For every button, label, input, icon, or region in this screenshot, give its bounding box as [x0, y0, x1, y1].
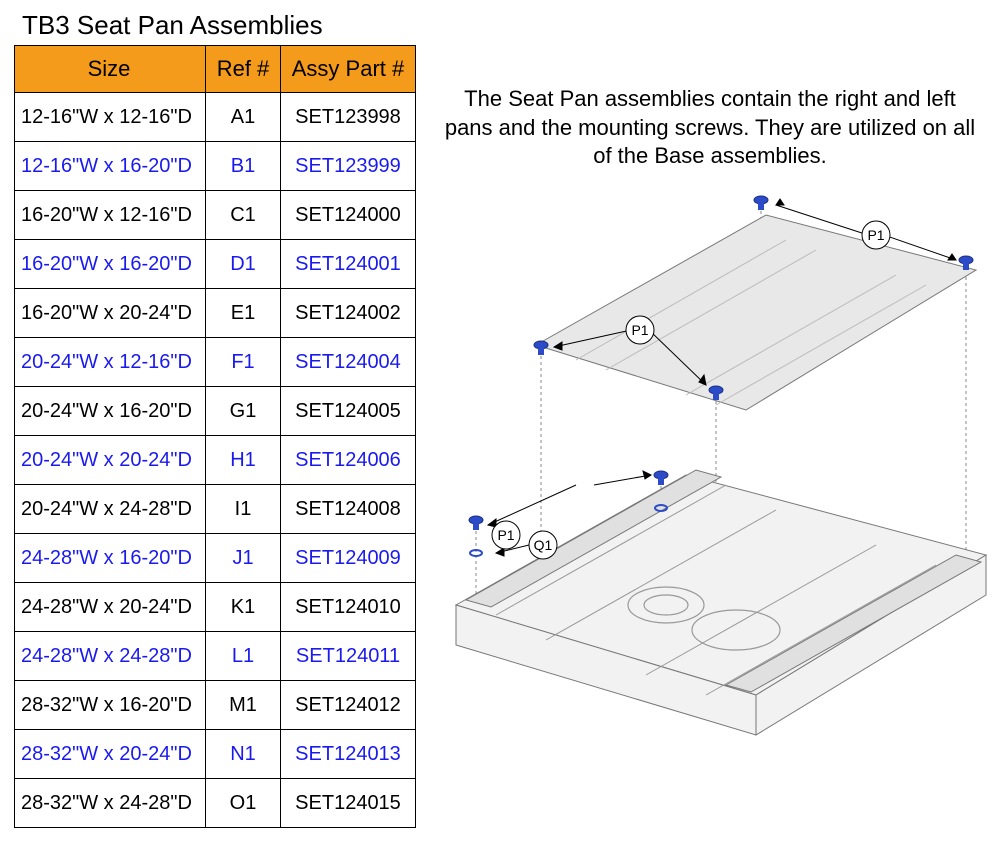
cell-size: 24-28"W x 16-20"D — [15, 534, 206, 583]
cell-ref: E1 — [206, 289, 281, 338]
table-row: 20-24"W x 12-16"DF1SET124004 — [15, 338, 416, 387]
cell-size: 28-32"W x 20-24"D — [15, 730, 206, 779]
parts-table: Size Ref # Assy Part # 12-16"W x 12-16"D… — [14, 45, 416, 828]
cell-size: 24-28"W x 20-24"D — [15, 583, 206, 632]
cell-ref: M1 — [206, 681, 281, 730]
cell-size: 16-20"W x 20-24"D — [15, 289, 206, 338]
cell-size: 28-32"W x 16-20"D — [15, 681, 206, 730]
table-row: 24-28"W x 24-28"DL1SET124011 — [15, 632, 416, 681]
cell-size: 28-32"W x 24-28"D — [15, 779, 206, 828]
cell-size: 20-24"W x 16-20"D — [15, 387, 206, 436]
cell-ref: B1 — [206, 142, 281, 191]
cell-part: SET124010 — [281, 583, 416, 632]
cell-ref: F1 — [206, 338, 281, 387]
cell-ref: A1 — [206, 93, 281, 142]
cell-ref: N1 — [206, 730, 281, 779]
table-row: 24-28"W x 16-20"DJ1SET124009 — [15, 534, 416, 583]
callout-p1: P1 — [867, 227, 884, 243]
table-row: 20-24"W x 20-24"DH1SET124006 — [15, 436, 416, 485]
table-row: 16-20"W x 12-16"DC1SET124000 — [15, 191, 416, 240]
cell-size: 16-20"W x 12-16"D — [15, 191, 206, 240]
table-row: 20-24"W x 16-20"DG1SET124005 — [15, 387, 416, 436]
assembly-diagram: P1 P1 P1 Q1 — [436, 175, 996, 755]
cell-part: SET124000 — [281, 191, 416, 240]
callout-q1: Q1 — [534, 537, 553, 553]
cell-part: SET124002 — [281, 289, 416, 338]
cell-size: 16-20"W x 16-20"D — [15, 240, 206, 289]
header-size: Size — [15, 46, 206, 93]
cell-part: SET123998 — [281, 93, 416, 142]
cell-ref: H1 — [206, 436, 281, 485]
cell-part: SET124004 — [281, 338, 416, 387]
cell-ref: I1 — [206, 485, 281, 534]
header-part: Assy Part # — [281, 46, 416, 93]
cell-size: 20-24"W x 24-28"D — [15, 485, 206, 534]
cell-part: SET124008 — [281, 485, 416, 534]
cell-ref: O1 — [206, 779, 281, 828]
cell-part: SET124001 — [281, 240, 416, 289]
cell-part: SET124006 — [281, 436, 416, 485]
cell-part: SET124012 — [281, 681, 416, 730]
cell-ref: C1 — [206, 191, 281, 240]
table-row: 16-20"W x 16-20"DD1SET124001 — [15, 240, 416, 289]
callout-p1: P1 — [497, 527, 514, 543]
cell-size: 24-28"W x 24-28"D — [15, 632, 206, 681]
cell-size: 20-24"W x 20-24"D — [15, 436, 206, 485]
cell-ref: J1 — [206, 534, 281, 583]
cell-ref: G1 — [206, 387, 281, 436]
cell-size: 20-24"W x 12-16"D — [15, 338, 206, 387]
cell-ref: L1 — [206, 632, 281, 681]
header-ref: Ref # — [206, 46, 281, 93]
table-row: 24-28"W x 20-24"DK1SET124010 — [15, 583, 416, 632]
cell-part: SET124009 — [281, 534, 416, 583]
table-row: 12-16"W x 16-20"DB1SET123999 — [15, 142, 416, 191]
table-row: 12-16"W x 12-16"DA1SET123998 — [15, 93, 416, 142]
table-title: TB3 Seat Pan Assemblies — [22, 10, 990, 41]
table-row: 16-20"W x 20-24"DE1SET124002 — [15, 289, 416, 338]
table-row: 28-32"W x 20-24"DN1SET124013 — [15, 730, 416, 779]
table-row: 20-24"W x 24-28"DI1SET124008 — [15, 485, 416, 534]
cell-part: SET124011 — [281, 632, 416, 681]
callout-p1: P1 — [631, 322, 648, 338]
cell-part: SET124005 — [281, 387, 416, 436]
cell-part: SET123999 — [281, 142, 416, 191]
table-row: 28-32"W x 24-28"DO1SET124015 — [15, 779, 416, 828]
cell-size: 12-16"W x 12-16"D — [15, 93, 206, 142]
cell-size: 12-16"W x 16-20"D — [15, 142, 206, 191]
table-row: 28-32"W x 16-20"DM1SET124012 — [15, 681, 416, 730]
cell-ref: D1 — [206, 240, 281, 289]
description-text: The Seat Pan assemblies contain the righ… — [440, 85, 980, 171]
cell-part: SET124015 — [281, 779, 416, 828]
cell-part: SET124013 — [281, 730, 416, 779]
cell-ref: K1 — [206, 583, 281, 632]
